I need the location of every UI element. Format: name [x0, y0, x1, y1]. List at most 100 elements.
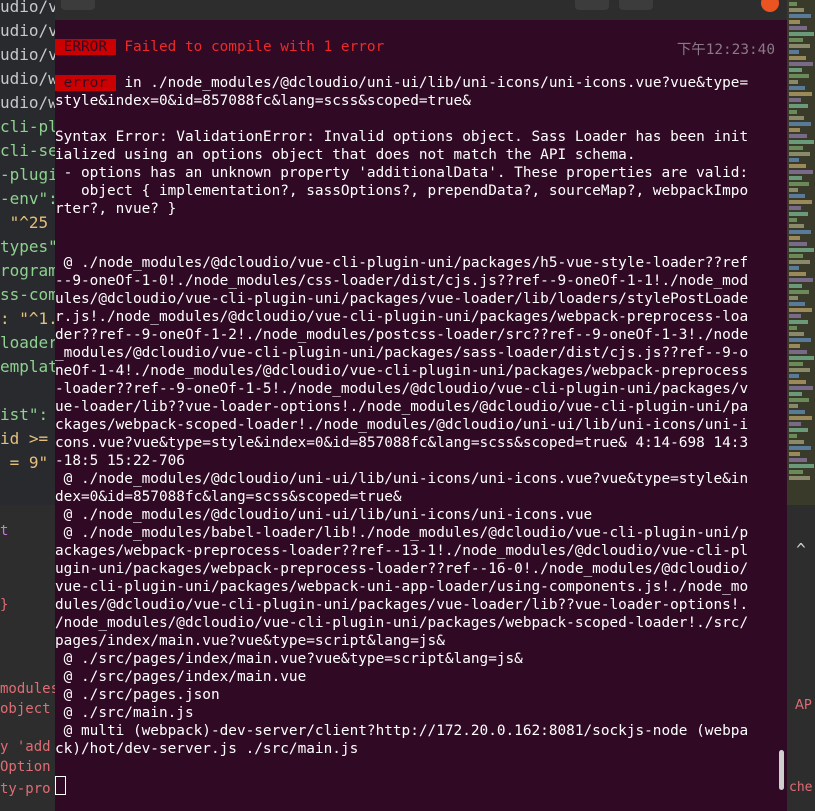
background-code-line: udio/v	[0, 45, 58, 64]
terminal-line: @ ./src/main.js	[55, 705, 194, 721]
minimap-row	[789, 92, 812, 96]
minimap-row	[789, 80, 798, 84]
error-tag: error	[55, 75, 116, 91]
terminal-line: @ ./node_modules/@dcloudio/uni-ui/lib/un…	[55, 507, 593, 523]
background-code-line: "^25	[0, 213, 49, 232]
minimap-row	[789, 98, 801, 102]
minimap-row	[789, 464, 814, 468]
minimap-row	[789, 86, 805, 90]
terminal-line: --9-oneOf-1-0!./node_modules/css-loader/…	[55, 273, 749, 289]
terminal-window[interactable]: 下午12:23:40 ERROR Failed to compile with …	[55, 0, 787, 811]
error-message: in ./node_modules/@dcloudio/uni-ui/lib/u…	[115, 75, 749, 91]
terminal-line: pages/index/main.vue?vue&type=script&lan…	[55, 633, 445, 649]
minimap-row	[789, 200, 812, 204]
background-code-line: emplat	[0, 357, 58, 376]
editor-minimap[interactable]	[787, 0, 815, 505]
terminal-line: vue-cli-plugin-uni/packages/webpack-uni-…	[55, 579, 749, 595]
minimap-row	[789, 236, 800, 240]
background-api-label: AP	[795, 698, 812, 713]
background-problem-line: y 'add	[0, 739, 51, 755]
minimap-row	[789, 2, 797, 6]
minimap-row	[789, 440, 804, 444]
minimap-row	[789, 320, 808, 324]
chevron-up-icon[interactable]: ^	[787, 540, 815, 560]
minimap-row	[789, 62, 813, 66]
background-code-line: cli-pl	[0, 117, 58, 136]
minimap-row	[789, 350, 807, 354]
terminal-output[interactable]: ERROR Failed to compile with 1 error err…	[55, 38, 777, 795]
minimap-row	[789, 422, 801, 426]
terminal-line: ckages/webpack-scoped-loader!./node_modu…	[55, 417, 749, 433]
terminal-scrollbar[interactable]	[779, 750, 784, 790]
terminal-line: ugin-uni/packages/webpack-preprocess-loa…	[55, 561, 749, 577]
minimap-row	[789, 452, 800, 456]
background-code-line: udio/v	[0, 0, 58, 16]
terminal-line	[55, 776, 777, 795]
terminal-titlebar[interactable]	[55, 0, 787, 20]
terminal-line: r.js!./node_modules/@dcloudio/vue-cli-pl…	[55, 309, 749, 325]
minimap-row	[789, 116, 804, 120]
minimap-row	[789, 356, 814, 360]
terminal-line: ackages/webpack-preprocess-loader??ref--…	[55, 543, 749, 559]
background-problem-line: modules	[0, 681, 60, 697]
minimap-row	[789, 344, 800, 348]
background-code-line: loader	[0, 333, 58, 352]
minimap-row	[789, 458, 807, 462]
background-editor-left: udio/v udio/v udio/v udio/w udio/w cli-pl cli-…	[0, 0, 60, 811]
terminal-line: @ multi (webpack)-dev-server/client?http…	[55, 723, 749, 739]
minimap-row	[789, 308, 812, 312]
terminal-line: style&index=0&id=857088fc&lang=scss&scop…	[55, 93, 471, 109]
titlebar-menu-button[interactable]	[619, 0, 653, 10]
background-problem-line: ty-pro	[0, 781, 51, 797]
minimap-row	[789, 410, 805, 414]
minimap-row	[789, 176, 802, 180]
minimap-row	[789, 338, 811, 342]
minimap-row	[789, 152, 810, 156]
titlebar-tab-button[interactable]	[61, 0, 95, 10]
minimap-row	[789, 446, 811, 450]
minimap-row	[789, 56, 806, 60]
minimap-row	[789, 164, 806, 168]
minimap-row	[789, 230, 811, 234]
minimap-row	[789, 380, 806, 384]
terminal-line: rter?, nvue? }	[55, 201, 177, 217]
terminal-line: @ ./src/pages/index/main.vue?vue&type=sc…	[55, 651, 523, 667]
background-code-line: cli-se	[0, 141, 58, 160]
minimap-row	[789, 50, 799, 54]
minimap-row	[789, 296, 798, 300]
titlebar-search-button[interactable]	[575, 0, 609, 10]
terminal-line: ue-loader/lib??vue-loader-options!./node…	[55, 399, 749, 415]
background-code-line: id >=	[0, 429, 49, 448]
terminal-line: -18:5 15:22-706	[55, 453, 185, 469]
background-code-line: -plugi	[0, 165, 58, 184]
minimap-row	[789, 284, 802, 288]
minimap-row	[789, 260, 810, 264]
minimap-row	[789, 398, 809, 402]
minimap-row	[789, 374, 799, 378]
minimap-row	[789, 404, 798, 408]
minimap-row	[789, 8, 804, 12]
terminal-line: @ ./src/pages.json	[55, 687, 220, 703]
minimap-row	[789, 218, 797, 222]
background-problem-line: t	[0, 523, 9, 539]
minimap-row	[789, 278, 813, 282]
close-icon[interactable]	[761, 0, 779, 12]
minimap-row	[789, 266, 799, 270]
minimap-row	[789, 302, 805, 306]
minimap-row	[789, 386, 813, 390]
background-code-line: rogram	[0, 261, 58, 280]
terminal-line: ialized using an options object that doe…	[55, 147, 636, 163]
background-code-line: ss-com	[0, 285, 58, 304]
minimap-row	[789, 140, 814, 144]
minimap-row	[789, 20, 800, 24]
terminal-line: ules/@dcloudio/vue-cli-plugin-uni/packag…	[55, 291, 749, 307]
minimap-row	[789, 368, 810, 372]
minimap-row	[789, 74, 809, 78]
background-code-line: ist":	[0, 405, 49, 424]
minimap-row	[789, 224, 804, 228]
minimap-row	[789, 290, 809, 294]
minimap-row	[789, 416, 812, 420]
minimap-row	[789, 14, 811, 18]
minimap-row	[789, 272, 806, 276]
